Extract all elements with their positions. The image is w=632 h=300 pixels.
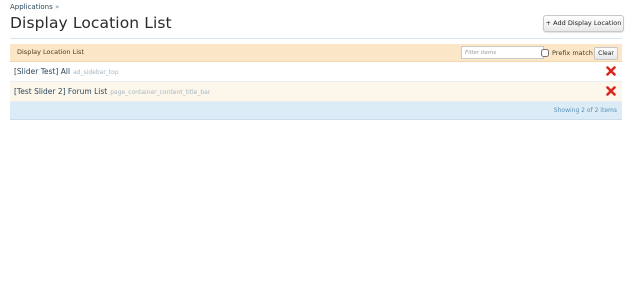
list-item-code: page_container_content_title_bar [110, 89, 211, 96]
breadcrumb-link-applications[interactable]: Applications [10, 3, 53, 11]
clear-filter-button[interactable]: Clear [594, 47, 618, 60]
list-header: Display Location List Prefix match Clear [10, 44, 622, 62]
filter-items-input[interactable] [461, 46, 544, 59]
delete-x-icon[interactable] [606, 66, 616, 76]
list-item-title: [Slider Test] All [14, 67, 71, 76]
list-item[interactable]: [Test Slider 2] Forum List page_container… [10, 82, 622, 102]
page-title: Display Location List [10, 14, 172, 32]
breadcrumb: Applications » [10, 3, 59, 11]
list-item-link[interactable]: [Test Slider 2] Forum List page_container… [14, 87, 210, 96]
add-display-location-button[interactable]: + Add Display Location [543, 15, 624, 32]
prefix-match-label: Prefix match [552, 48, 593, 57]
list-item[interactable]: [Slider Test] All ad_sidebar_top [10, 62, 622, 82]
list-item-link[interactable]: [Slider Test] All ad_sidebar_top [14, 67, 119, 76]
delete-x-icon[interactable] [606, 86, 616, 96]
breadcrumb-separator: » [55, 3, 60, 11]
item-count: Showing 2 of 2 items [553, 107, 617, 114]
list-item-title: [Test Slider 2] Forum List [14, 87, 108, 96]
title-divider [10, 38, 622, 39]
list-footer: Showing 2 of 2 items [10, 102, 622, 120]
list-header-title: Display Location List [17, 48, 84, 56]
display-location-list: Display Location List Prefix match Clear… [10, 44, 622, 120]
prefix-match-toggle[interactable]: Prefix match [541, 47, 593, 58]
list-item-code: ad_sidebar_top [73, 69, 119, 76]
prefix-match-checkbox[interactable] [541, 48, 549, 57]
